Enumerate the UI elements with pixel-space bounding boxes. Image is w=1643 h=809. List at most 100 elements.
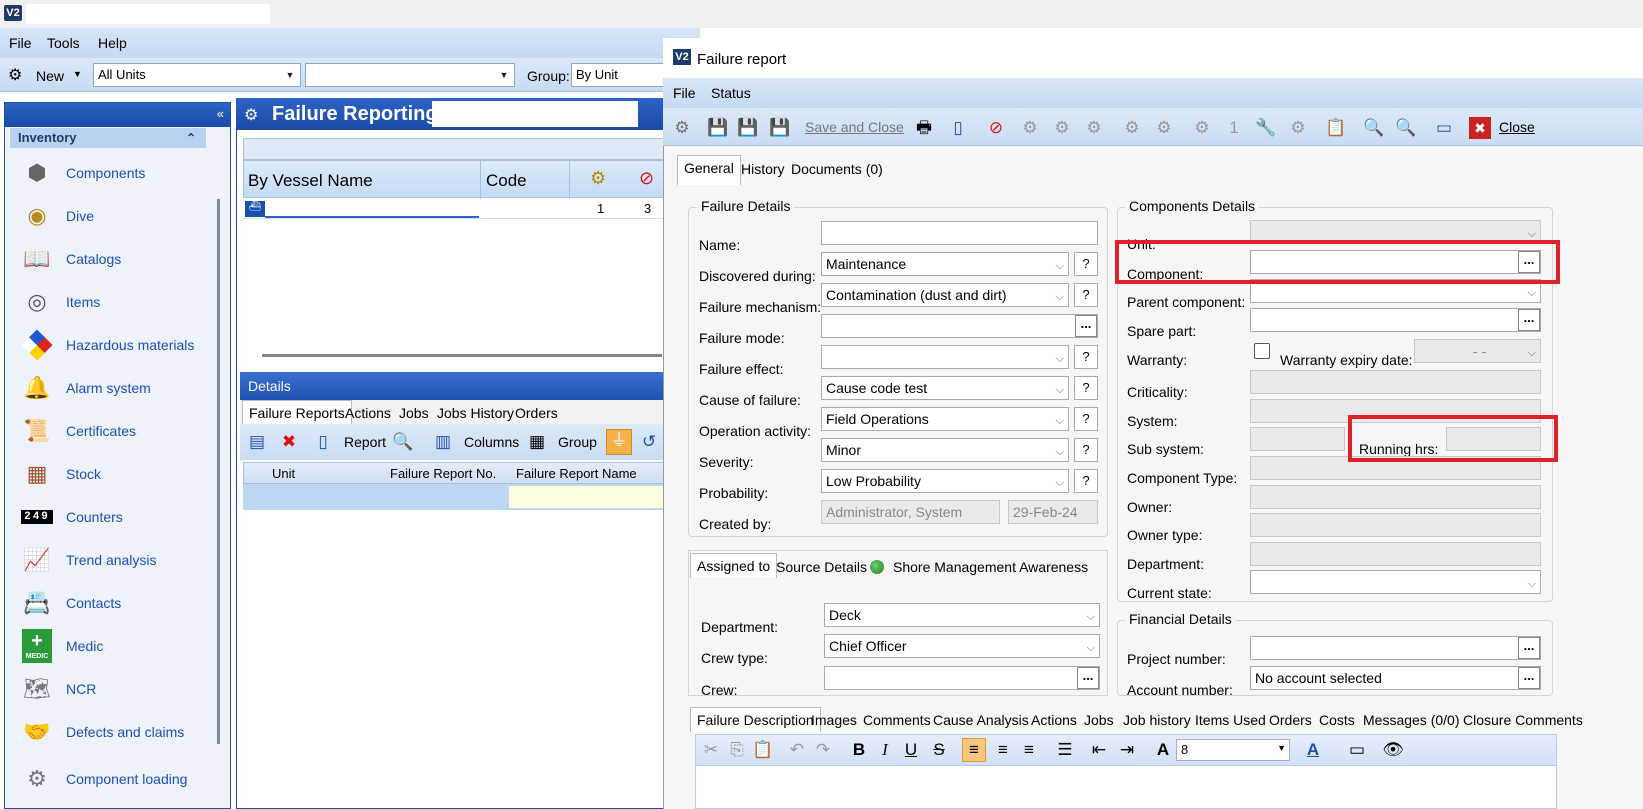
delete-icon[interactable]: ✖ xyxy=(278,431,300,453)
font-size-icon[interactable]: A xyxy=(1152,739,1174,761)
eye-icon[interactable]: 👁 xyxy=(1382,739,1404,761)
tool-icon[interactable]: ⚙ xyxy=(1019,117,1041,139)
close-button[interactable]: Close xyxy=(1499,119,1535,135)
sidebar-item-dive[interactable]: ◉ Dive xyxy=(18,196,218,236)
tab-general[interactable]: General xyxy=(677,155,741,185)
sidebar-item-certificates[interactable]: 📜 Certificates xyxy=(18,411,218,451)
tab-actions[interactable]: Actions xyxy=(1024,707,1084,733)
browse-button[interactable]: ... xyxy=(1077,667,1099,689)
panel-search-field[interactable] xyxy=(432,101,638,127)
align-center-icon[interactable]: ≡ xyxy=(992,739,1014,761)
tab-failure-reports[interactable]: Failure Reports xyxy=(242,400,352,425)
underline-icon[interactable]: U xyxy=(900,739,922,761)
tab-history[interactable]: History xyxy=(734,156,792,182)
menu-help[interactable]: Help xyxy=(98,35,127,51)
warranty-checkbox[interactable] xyxy=(1254,343,1270,359)
card-icon[interactable]: ▭ xyxy=(1433,117,1455,139)
sidebar-item-hazardous-materials[interactable]: Hazardous materials xyxy=(18,325,218,365)
column-header[interactable]: By Vessel Name xyxy=(248,171,373,191)
sidebar-item-catalogs[interactable]: 📖 Catalogs xyxy=(18,239,218,279)
column-header[interactable]: Failure Report No. xyxy=(390,466,496,481)
sidebar-item-counters[interactable]: 249 Counters xyxy=(18,497,218,537)
save-close-icon[interactable]: 💾 xyxy=(769,117,791,139)
tab-images[interactable]: Images xyxy=(804,707,864,733)
bullet-list-icon[interactable]: ☰ xyxy=(1054,739,1076,761)
search-tool-icon[interactable]: 🔍 xyxy=(1395,117,1417,139)
report-icon[interactable]: ▯ xyxy=(312,431,334,453)
tab-shore-management-awareness[interactable]: Shore Management Awareness xyxy=(886,554,1095,580)
filter-cell[interactable] xyxy=(509,486,669,508)
sidebar-item-medic[interactable]: + MEDIC Medic xyxy=(18,626,218,666)
help-button[interactable]: ? xyxy=(1074,252,1098,276)
save-all-icon[interactable]: 💾 xyxy=(737,117,759,139)
menu-file[interactable]: File xyxy=(9,35,32,51)
department-select[interactable]: Deck ⌵ xyxy=(824,603,1100,627)
paste-icon[interactable]: 📋 xyxy=(752,739,774,761)
inventory-section-header[interactable]: Inventory ⌃ xyxy=(10,128,206,148)
cut-icon[interactable]: ✂ xyxy=(700,739,722,761)
tab-job-history[interactable]: Job history xyxy=(1116,707,1198,733)
checklist-icon[interactable]: 📋 xyxy=(1325,117,1347,139)
browse-button[interactable]: ... xyxy=(1518,637,1540,659)
tool-icon[interactable]: ⚙ xyxy=(1191,117,1213,139)
refresh-icon[interactable]: ↺ xyxy=(638,431,660,453)
tool-icon[interactable]: ⚙ xyxy=(1121,117,1143,139)
help-button[interactable]: ? xyxy=(1074,345,1098,369)
outdent-icon[interactable]: ⇤ xyxy=(1088,739,1110,761)
indent-icon[interactable]: ⇥ xyxy=(1116,739,1138,761)
group-combo[interactable]: By Unit xyxy=(571,63,671,87)
tool-icon[interactable]: ⚙ xyxy=(1153,117,1175,139)
sidebar-item-component-loading[interactable]: ⚙ Component loading xyxy=(18,755,218,809)
failure-mode-field[interactable] xyxy=(821,314,1098,338)
failure-effect-select[interactable]: ⌵ xyxy=(821,345,1069,369)
font-size-combo[interactable]: 8 ▼ xyxy=(1176,739,1290,761)
sidebar-item-contacts[interactable]: 📇 Contacts xyxy=(18,583,218,623)
crew-type-select[interactable]: Chief Officer ⌵ xyxy=(824,634,1100,658)
align-right-icon[interactable]: ≡ xyxy=(1018,739,1040,761)
tab-documents[interactable]: Documents (0) xyxy=(784,156,890,182)
probability-select[interactable]: Low Probability ⌵ xyxy=(821,469,1069,493)
description-editor[interactable] xyxy=(695,766,1557,809)
menu-tools[interactable]: Tools xyxy=(47,35,80,51)
help-button[interactable]: ? xyxy=(1074,376,1098,400)
search-tool-icon[interactable]: 🔍 xyxy=(1363,117,1385,139)
filter-row[interactable] xyxy=(243,484,676,510)
tab-jobs[interactable]: Jobs xyxy=(1077,707,1121,733)
severity-select[interactable]: Minor ⌵ xyxy=(821,438,1069,462)
horizontal-scrollbar[interactable] xyxy=(262,354,662,357)
collapse-panel-icon[interactable]: « xyxy=(217,106,224,121)
columns-icon[interactable]: ▥ xyxy=(432,431,454,453)
redo-icon[interactable]: ↷ xyxy=(812,739,834,761)
help-button[interactable]: ? xyxy=(1074,469,1098,493)
dialog-menu-file[interactable]: File xyxy=(673,85,696,101)
tab-messages[interactable]: Messages (0/0) xyxy=(1356,707,1466,733)
print-icon[interactable]: 🖶 xyxy=(913,117,935,139)
bold-icon[interactable]: B xyxy=(848,739,870,761)
browse-button[interactable]: ... xyxy=(1075,315,1097,337)
wrench-tool-icon[interactable]: 🔧 xyxy=(1255,117,1277,139)
sidebar-item-ncr[interactable]: 🗺 NCR xyxy=(18,669,218,709)
sidebar-item-components[interactable]: ⬢ Components xyxy=(18,153,218,193)
column-header[interactable]: Unit xyxy=(272,466,295,481)
sidebar-item-items[interactable]: ◎ Items xyxy=(18,282,218,322)
failure-mechanism-select[interactable]: Contamination (dust and dirt) ⌵ xyxy=(821,283,1069,307)
project-number-field[interactable] xyxy=(1250,636,1541,660)
help-button[interactable]: ? xyxy=(1074,438,1098,462)
tab-failure-description[interactable]: Failure Description xyxy=(690,707,821,732)
report-icon[interactable]: ▯ xyxy=(947,117,969,139)
sidebar-item-defects-and-claims[interactable]: 🤝 Defects and claims xyxy=(18,712,218,752)
help-button[interactable]: ? xyxy=(1074,283,1098,307)
tool-icon[interactable]: ⚙ xyxy=(1287,117,1309,139)
crew-field[interactable] xyxy=(824,666,1100,690)
group-button[interactable]: Group xyxy=(558,434,597,450)
counter-tool-icon[interactable]: 1 xyxy=(1223,117,1245,139)
preview-icon[interactable]: 🔍 xyxy=(392,431,414,453)
column-header[interactable]: Code xyxy=(486,171,527,191)
report-button[interactable]: Report xyxy=(344,434,386,450)
sidebar-item-stock[interactable]: ▦ Stock xyxy=(18,454,218,494)
tool-icon[interactable]: ⚙ xyxy=(1051,117,1073,139)
table-row[interactable]: ⛴ 1 3 xyxy=(243,199,673,219)
tab-assigned-to[interactable]: Assigned to xyxy=(690,553,778,578)
italic-icon[interactable]: I xyxy=(874,739,896,761)
dialog-menu-status[interactable]: Status xyxy=(711,85,751,101)
